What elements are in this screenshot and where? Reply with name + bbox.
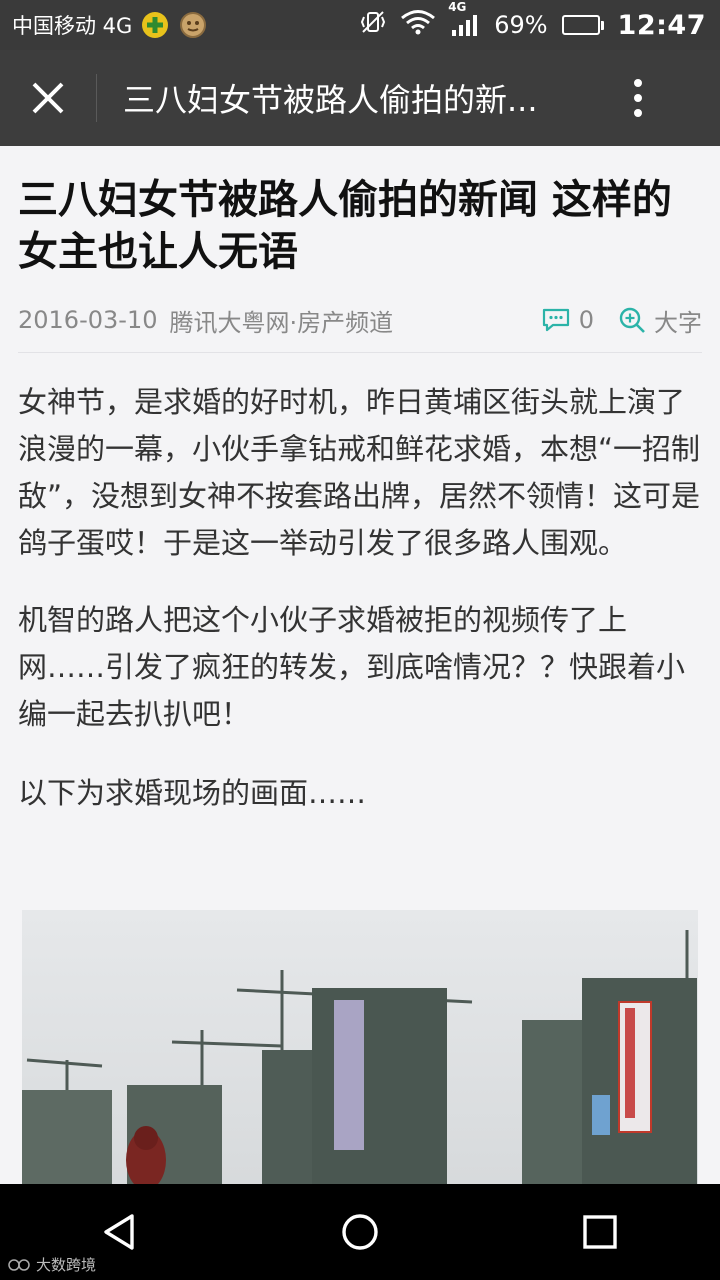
more-vert-icon [634, 79, 642, 117]
screen: 中国移动 4G 4G 69% 12:47 三八妇女节被路人偷拍的新... 三八妇… [0, 0, 720, 1280]
article-meta: 2016-03-10 腾讯大粤网·房产频道 0 大字 [18, 300, 702, 340]
watermark-logo-icon [8, 1258, 30, 1271]
clock: 12:47 [617, 9, 706, 41]
status-bar: 中国移动 4G 4G 69% 12:47 [0, 0, 720, 50]
zoom-in-icon [619, 307, 645, 333]
article-date: 2016-03-10 [18, 306, 158, 334]
article-image[interactable] [22, 910, 698, 1184]
vibrate-icon [360, 9, 386, 41]
article-title: 三八妇女节被路人偷拍的新闻 这样的女主也让人无语 [18, 177, 672, 275]
font-size-label: 大字 [654, 308, 702, 337]
page-title: 三八妇女节被路人偷拍的新... [123, 81, 538, 119]
close-icon [32, 82, 64, 114]
recents-button[interactable] [550, 1184, 650, 1280]
back-triangle-icon [104, 1214, 134, 1250]
watermark: 大数跨境 [8, 1254, 96, 1275]
navigation-bar [0, 1184, 720, 1280]
wifi-icon [400, 9, 436, 41]
home-button[interactable] [310, 1184, 410, 1280]
battery-percent: 69% [494, 11, 548, 39]
article-paragraph: 女神节，是求婚的好时机，昨日黄埔区街头就上演了浪漫的一幕，小伙手拿钻戒和鲜花求婚… [18, 385, 701, 560]
face-notification-icon [178, 10, 208, 40]
network-type-label: 4G [448, 0, 467, 14]
article-content[interactable]: 三八妇女节被路人偷拍的新闻 这样的女主也让人无语 2016-03-10 腾讯大粤… [0, 146, 720, 1184]
status-left: 中国移动 4G [12, 10, 208, 40]
app-notification-icon [140, 10, 170, 40]
city-skyline-photo [22, 910, 698, 1184]
status-right: 4G 69% 12:47 [360, 0, 706, 41]
font-size-button[interactable]: 大字 [618, 303, 702, 338]
comment-icon [542, 308, 569, 332]
recents-square-icon [583, 1215, 617, 1249]
carrier-label: 中国移动 4G [12, 14, 133, 38]
meta-divider [18, 352, 702, 353]
app-bar: 三八妇女节被路人偷拍的新... [0, 50, 720, 146]
battery-icon [561, 15, 604, 35]
watermark-text: 大数跨境 [36, 1256, 97, 1274]
close-button[interactable] [0, 50, 96, 146]
article-paragraph: 机智的路人把这个小伙子求婚被拒的视频传了上网……引发了疯狂的转发，到底啥情况？？… [18, 603, 686, 731]
signal-icon: 4G [448, 0, 480, 38]
article-source[interactable]: 腾讯大粤网·房产频道 [169, 303, 540, 338]
home-circle-icon [342, 1214, 378, 1250]
comment-count: 0 [578, 306, 594, 334]
article-paragraph: 以下为求婚现场的画面…… [18, 776, 367, 810]
more-button[interactable] [593, 50, 683, 146]
comment-button[interactable]: 0 [541, 306, 594, 334]
